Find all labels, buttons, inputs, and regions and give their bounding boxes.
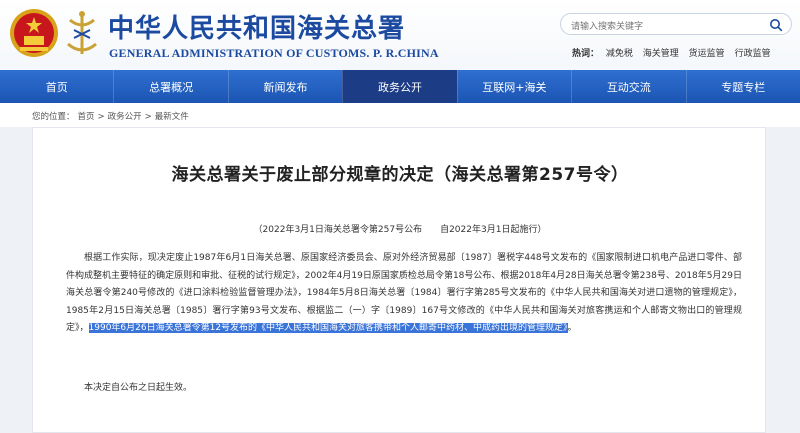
site-header: 中华人民共和国海关总署 GENERAL ADMINISTRATION OF CU… <box>0 0 800 70</box>
breadcrumb-separator: > <box>144 112 152 122</box>
article-title: 海关总署关于废止部分规章的决定（海关总署第257号令） <box>171 165 629 185</box>
nav-item-government-affairs[interactable]: 政务公开 <box>342 70 457 103</box>
hot-word-link[interactable]: 货运监管 <box>689 49 725 59</box>
hot-words-label: 热词： <box>572 49 600 59</box>
article-closing: 本决定自公布之日起生效。 <box>84 383 193 393</box>
article-body-text: 根据工作实际，现决定废止1987年6月1日海关总署、原国家经济委员会、原对外经济… <box>66 253 742 334</box>
customs-logo-icon <box>67 11 97 54</box>
breadcrumb-prefix: 您的位置： <box>32 112 75 122</box>
nav-item-special-topics[interactable]: 专题专栏 <box>685 70 800 103</box>
nav-item-internet-customs[interactable]: 互联网+海关 <box>456 70 571 103</box>
search-input[interactable] <box>561 17 756 37</box>
hot-words: 热词： 减免税 海关管理 货运监管 行政监管 <box>572 46 778 59</box>
main-nav: 首页 总署概况 新闻发布 政务公开 互联网+海关 互动交流 专题专栏 <box>0 70 800 103</box>
breadcrumb-bar: 您的位置： 首页 > 政务公开 > 最新文件 <box>0 103 800 127</box>
nav-item-home[interactable]: 首页 <box>0 70 113 103</box>
breadcrumb-link-home[interactable]: 首页 <box>78 112 95 122</box>
breadcrumb-link-government-affairs[interactable]: 政务公开 <box>108 112 142 122</box>
article-body-selected-text[interactable]: 1990年6月26日海关总署令第12号发布的《中华人民共和国海关对旅客携带和个人… <box>88 323 568 334</box>
article-body-tail: 。 <box>567 323 577 334</box>
national-emblem-icon <box>10 9 58 57</box>
breadcrumb-separator: > <box>97 112 105 122</box>
hot-word-link[interactable]: 海关管理 <box>643 49 679 59</box>
breadcrumb-link-latest-docs[interactable]: 最新文件 <box>155 112 189 122</box>
breadcrumb: 您的位置： 首页 > 政务公开 > 最新文件 <box>32 110 192 122</box>
search-icon[interactable] <box>769 18 783 32</box>
nav-item-interaction[interactable]: 互动交流 <box>571 70 685 103</box>
nav-item-news[interactable]: 新闻发布 <box>227 70 342 103</box>
hot-word-link[interactable]: 行政监管 <box>735 49 771 59</box>
article-panel: 海关总署关于废止部分规章的决定（海关总署第257号令） （2022年3月1日海关… <box>32 127 766 433</box>
hot-word-link[interactable]: 减免税 <box>606 49 633 59</box>
article-body: 根据工作实际，现决定废止1987年6月1日海关总署、原国家经济委员会、原对外经济… <box>66 250 742 338</box>
nav-item-overview[interactable]: 总署概况 <box>113 70 227 103</box>
article-subtitle: （2022年3月1日海关总署令第257号公布 自2022年3月1日起施行） <box>253 225 547 235</box>
site-title-en: GENERAL ADMINISTRATION OF CUSTOMS. P. R.… <box>109 46 439 60</box>
site-title: 中华人民共和国海关总署 <box>108 14 406 44</box>
search-box <box>560 13 792 37</box>
